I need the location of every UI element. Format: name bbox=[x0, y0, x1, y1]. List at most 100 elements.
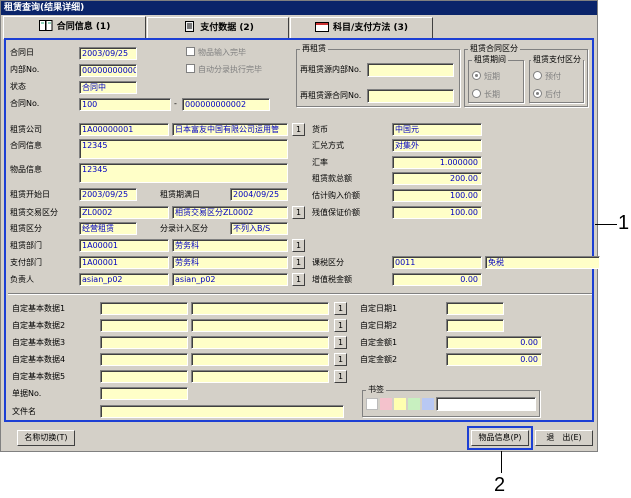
tax-class-name-field[interactable]: 免税 bbox=[485, 256, 600, 269]
goods-info-field[interactable]: 12345 bbox=[79, 163, 288, 183]
trade-class-label: 租赁交易区分 bbox=[10, 208, 58, 217]
lease-company-pick-button[interactable]: 1 bbox=[292, 123, 305, 136]
lease-total-field[interactable]: 200.00 bbox=[392, 172, 482, 185]
pay-dept-code-field[interactable]: 1A00001 bbox=[79, 256, 169, 269]
callout-2-number: 2 bbox=[494, 474, 506, 496]
tax-class-code-field[interactable]: 0011 bbox=[392, 256, 482, 269]
custom-data-1-pick-button[interactable]: 1 bbox=[334, 302, 347, 315]
tab-payment-data[interactable]: 支付数据 (2) bbox=[147, 17, 289, 38]
bookmark-swatch-pink[interactable] bbox=[380, 398, 392, 410]
pay-advance-label: 预付 bbox=[545, 72, 561, 81]
lease-kind-field[interactable]: 经营租赁 bbox=[79, 222, 137, 235]
radio-dot bbox=[472, 89, 481, 98]
custom-data-5-pick-button[interactable]: 1 bbox=[334, 370, 347, 383]
person-code-field[interactable]: asian_p02 bbox=[79, 273, 169, 286]
file-name-field[interactable] bbox=[100, 405, 344, 418]
pay-advance-radio[interactable]: 预付 bbox=[533, 71, 561, 82]
checkbox-box bbox=[186, 64, 195, 73]
lease-dept-code-field[interactable]: 1A00001 bbox=[79, 239, 169, 252]
exchange-rate-label: 汇率 bbox=[312, 158, 328, 167]
bookmark-text-field[interactable] bbox=[436, 397, 536, 411]
custom-data-2-label: 自定基本数据2 bbox=[12, 321, 66, 330]
custom-data-1-code-field[interactable] bbox=[100, 302, 188, 315]
lease-dept-name-field[interactable]: 劳务科 bbox=[172, 239, 288, 252]
contract-no-suffix-field[interactable]: 000000000002 bbox=[182, 98, 270, 111]
pay-later-radio[interactable]: 后付 bbox=[533, 89, 561, 100]
callout-1-number: 1 bbox=[618, 212, 630, 234]
slip-no-field[interactable] bbox=[100, 387, 188, 400]
trade-class-pick-button[interactable]: 1 bbox=[292, 206, 305, 219]
person-pick-button[interactable]: 1 bbox=[292, 273, 305, 286]
split-class-field[interactable]: 不列入B/S bbox=[230, 222, 288, 235]
custom-data-1-name-field[interactable] bbox=[191, 302, 329, 315]
lease-period-title: 租赁期间 bbox=[472, 55, 508, 65]
lease-start-field[interactable]: 2003/09/25 bbox=[79, 188, 137, 201]
tab-payment-data-label: 支付数据 (2) bbox=[200, 23, 254, 33]
exchange-rate-field[interactable]: 1.000000 bbox=[392, 156, 482, 169]
contract-info-label: 合同信息 bbox=[10, 141, 42, 150]
lease-end-field[interactable]: 2004/09/25 bbox=[230, 188, 288, 201]
custom-data-3-code-field[interactable] bbox=[100, 336, 188, 349]
goods-input-done-checkbox[interactable]: 物品输入完毕 bbox=[186, 47, 246, 58]
goods-info-label: 物品信息 bbox=[10, 165, 42, 174]
contract-date-field[interactable]: 2003/09/25 bbox=[79, 47, 137, 60]
custom-date-2-field[interactable] bbox=[446, 319, 504, 332]
currency-label: 货币 bbox=[312, 125, 328, 134]
lease-start-label: 租赁开始日 bbox=[10, 190, 50, 199]
internal-no-label: 内部No. bbox=[10, 65, 40, 74]
custom-data-3-name-field[interactable] bbox=[191, 336, 329, 349]
custom-data-2-pick-button[interactable]: 1 bbox=[334, 319, 347, 332]
trade-class-name-field[interactable]: 相赁交易区分ZL0002 bbox=[172, 206, 288, 219]
internal-no-field[interactable]: 000000000002 bbox=[79, 64, 137, 77]
estimate-purchase-field[interactable]: 100.00 bbox=[392, 189, 482, 202]
lease-kind-label: 租赁区分 bbox=[10, 224, 42, 233]
relinquish-src-internal-field[interactable] bbox=[367, 63, 454, 77]
period-short-radio[interactable]: 短期 bbox=[472, 71, 500, 82]
pay-dept-pick-button[interactable]: 1 bbox=[292, 256, 305, 269]
vat-amount-field[interactable]: 0.00 bbox=[392, 273, 482, 286]
name-switch-button[interactable]: 名称切换(T) bbox=[17, 430, 75, 446]
currency-field[interactable]: 中国元 bbox=[392, 123, 482, 136]
lease-dept-pick-button[interactable]: 1 bbox=[292, 239, 305, 252]
status-field[interactable]: 合同中 bbox=[79, 81, 137, 94]
auto-journal-done-checkbox[interactable]: 自动分录执行完毕 bbox=[186, 64, 262, 75]
contract-no-field[interactable]: 100 bbox=[79, 98, 171, 111]
callout-2-line bbox=[501, 451, 502, 473]
goods-input-done-label: 物品输入完毕 bbox=[198, 48, 246, 57]
custom-data-4-name-field[interactable] bbox=[191, 353, 329, 366]
custom-date-1-field[interactable] bbox=[446, 302, 504, 315]
pay-dept-name-field[interactable]: 劳务科 bbox=[172, 256, 288, 269]
convert-method-field[interactable]: 对集外 bbox=[392, 139, 482, 152]
bookmark-swatch-white[interactable] bbox=[366, 398, 378, 410]
custom-data-5-name-field[interactable] bbox=[191, 370, 329, 383]
custom-data-5-code-field[interactable] bbox=[100, 370, 188, 383]
residual-guarantee-field[interactable]: 100.00 bbox=[392, 206, 482, 219]
custom-amount-1-label: 自定金额1 bbox=[360, 338, 398, 347]
custom-data-2-code-field[interactable] bbox=[100, 319, 188, 332]
period-long-radio[interactable]: 长期 bbox=[472, 89, 500, 100]
period-short-label: 短期 bbox=[484, 72, 500, 81]
radio-dot bbox=[533, 71, 542, 80]
auto-journal-done-label: 自动分录执行完毕 bbox=[198, 65, 262, 74]
custom-amount-1-field[interactable]: 0.00 bbox=[446, 336, 542, 349]
custom-data-4-code-field[interactable] bbox=[100, 353, 188, 366]
lease-company-name-field[interactable]: 日本富友中国有限公司运用管 bbox=[172, 123, 288, 136]
bookmark-swatch-green[interactable] bbox=[408, 398, 420, 410]
exit-button[interactable]: 退 出(E) bbox=[535, 430, 593, 446]
relinquish-src-contract-field[interactable] bbox=[367, 89, 454, 103]
tab-contract-info[interactable]: 合同信息 (1) bbox=[3, 16, 146, 39]
goods-info-highlight bbox=[467, 426, 533, 450]
person-name-field[interactable]: asian_p02 bbox=[172, 273, 288, 286]
custom-data-2-name-field[interactable] bbox=[191, 319, 329, 332]
custom-data-3-pick-button[interactable]: 1 bbox=[334, 336, 347, 349]
lease-company-code-field[interactable]: 1A00000001 bbox=[79, 123, 169, 136]
trade-class-code-field[interactable]: ZL0002 bbox=[79, 206, 169, 219]
tab-contract-info-label: 合同信息 (1) bbox=[56, 22, 111, 32]
contract-info-field[interactable]: 12345 bbox=[79, 139, 288, 159]
tab-account-payment[interactable]: 科目/支付方法 (3) bbox=[290, 17, 433, 38]
custom-amount-2-field[interactable]: 0.00 bbox=[446, 353, 542, 366]
bookmark-swatch-blue[interactable] bbox=[422, 398, 434, 410]
bookmark-swatch-yellow[interactable] bbox=[394, 398, 406, 410]
period-long-label: 长期 bbox=[484, 90, 500, 99]
custom-data-4-pick-button[interactable]: 1 bbox=[334, 353, 347, 366]
